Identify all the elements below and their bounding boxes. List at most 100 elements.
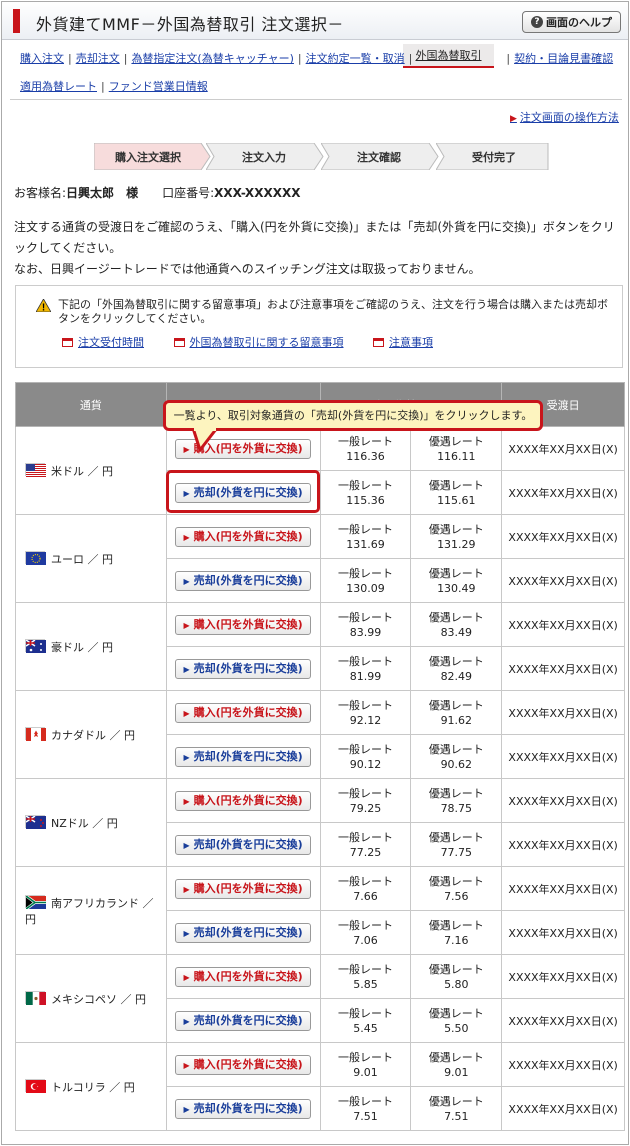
sell-button-label: 売却(外貨を円に交換) xyxy=(193,661,303,675)
sell-button[interactable]: ▶ 売却(外貨を円に交換) xyxy=(175,1098,312,1119)
order-button-cell: ▶ 購入(円を外貨に交換) xyxy=(165,690,321,735)
preferential-rate-cell: 優遇レート 7.51 xyxy=(410,1086,503,1131)
nav-sell-order[interactable]: 売却注文 xyxy=(76,52,120,65)
arrow-right-icon: ▶ xyxy=(183,884,190,894)
table-body: 米ドル ／ 円 ▶ 購入(円を外貨に交換) 一般レート 116.36 優遇レート 116.1… xyxy=(15,426,625,1131)
delivery-date-cell: XXXX年XX月XX日(X) xyxy=(501,822,625,867)
preferential-rate-label: 優遇レート xyxy=(428,786,484,800)
order-button-cell: ▶ 売却(外貨を円に交換) xyxy=(165,822,321,867)
currency-name: NZドル ／ 円 xyxy=(51,816,118,830)
nav-applied-rate[interactable]: 適用為替レート xyxy=(20,80,97,93)
preferential-rate-value: 131.29 xyxy=(437,537,476,551)
preferential-rate-label: 優遇レート xyxy=(428,742,484,756)
svg-text:!: ! xyxy=(42,303,45,313)
nav-fx-catcher[interactable]: 為替指定注文(為替キャッチャー) xyxy=(131,52,293,65)
nav-fund-business-days[interactable]: ファンド営業日情報 xyxy=(109,80,208,93)
general-rate-value: 7.66 xyxy=(353,889,378,903)
buy-button[interactable]: ▶ 購入(円を外貨に交換) xyxy=(175,966,312,987)
arrow-right-icon: ▶ xyxy=(183,708,190,718)
buy-button[interactable]: ▶ 購入(円を外貨に交換) xyxy=(175,878,312,899)
order-button-cell: ▶ 売却(外貨を円に交換) xyxy=(165,910,321,955)
sell-button[interactable]: ▶ 売却(外貨を円に交換) xyxy=(175,658,312,679)
table-row: 米ドル ／ 円 ▶ 購入(円を外貨に交換) 一般レート 116.36 優遇レート 116.1… xyxy=(15,426,625,515)
table-row: メキシコペソ ／ 円 ▶ 購入(円を外貨に交換) 一般レート 5.85 優遇レート 5.80… xyxy=(15,954,625,1043)
intro-text: 注文する通貨の受渡日をご確認のうえ、「購入(円を外貨に交換)」または「売却(外貨… xyxy=(14,217,620,280)
sell-button[interactable]: ▶ 売却(外貨を円に交換) xyxy=(175,482,312,503)
preferential-rate-value: 83.49 xyxy=(440,625,473,639)
general-rate-label: 一般レート xyxy=(337,610,393,624)
sell-button[interactable]: ▶ 売却(外貨を円に交換) xyxy=(175,1010,312,1031)
delivery-date-cell: XXXX年XX月XX日(X) xyxy=(501,778,625,823)
delivery-date-cell: XXXX年XX月XX日(X) xyxy=(501,954,625,999)
general-rate-cell: 一般レート 77.25 xyxy=(319,822,412,867)
general-rate-label: 一般レート xyxy=(337,478,393,492)
general-rate-value: 5.85 xyxy=(353,977,378,991)
delivery-date-cell: XXXX年XX月XX日(X) xyxy=(501,734,625,779)
preferential-rate-value: 7.16 xyxy=(444,933,469,947)
general-rate-cell: 一般レート 7.66 xyxy=(319,866,412,911)
general-rate-label: 一般レート xyxy=(337,962,393,976)
general-rate-label: 一般レート xyxy=(337,918,393,932)
preferential-rate-value: 78.75 xyxy=(440,801,473,815)
delivery-date-cell: XXXX年XX月XX日(X) xyxy=(501,470,625,515)
general-rate-label: 一般レート xyxy=(337,786,393,800)
order-button-cell: ▶ 購入(円を外貨に交換) xyxy=(165,954,321,999)
buy-button-label: 購入(円を外貨に交換) xyxy=(193,529,303,543)
delivery-date-cell: XXXX年XX月XX日(X) xyxy=(501,910,625,955)
buy-button[interactable]: ▶ 購入(円を外貨に交換) xyxy=(175,526,312,547)
buy-button[interactable]: ▶ 購入(円を外貨に交換) xyxy=(175,790,312,811)
general-rate-label: 一般レート xyxy=(337,830,393,844)
general-rate-label: 一般レート xyxy=(337,874,393,888)
sell-button[interactable]: ▶ 売却(外貨を円に交換) xyxy=(175,834,312,855)
general-rate-label: 一般レート xyxy=(337,522,393,536)
sell-button[interactable]: ▶ 売却(外貨を円に交換) xyxy=(175,570,312,591)
preferential-rate-label: 優遇レート xyxy=(428,566,484,580)
order-button-cell: ▶ 売却(外貨を円に交換) xyxy=(165,998,321,1043)
nav-contract-prospectus[interactable]: 契約・目論見書確認 xyxy=(514,52,613,65)
arrow-right-icon: ▶ xyxy=(183,620,190,630)
currency-name: トルコリラ ／ 円 xyxy=(51,1080,135,1094)
general-rate-value: 77.25 xyxy=(349,845,382,859)
general-rate-cell: 一般レート 131.69 xyxy=(319,514,412,559)
question-icon: ? xyxy=(531,16,543,28)
arrow-right-icon: ▶ xyxy=(183,1104,190,1114)
link-fx-notes[interactable]: 外国為替取引に関する留意事項 xyxy=(190,336,344,349)
sell-button[interactable]: ▶ 売却(外貨を円に交換) xyxy=(175,922,312,943)
howto-link[interactable]: ▶ 注文画面の操作方法 xyxy=(510,109,619,125)
preferential-rate-value: 7.56 xyxy=(444,889,469,903)
currency-cell: 南アフリカランド ／ 円 xyxy=(15,866,167,955)
preferential-rate-cell: 優遇レート 9.01 xyxy=(410,1042,503,1087)
order-button-cell: ▶ 売却(外貨を円に交換) xyxy=(165,1086,321,1131)
preferential-rate-cell: 優遇レート 5.50 xyxy=(410,998,503,1043)
step-3: 注文確認 xyxy=(357,150,401,164)
buy-button[interactable]: ▶ 購入(円を外貨に交換) xyxy=(175,1054,312,1075)
general-rate-value: 81.99 xyxy=(349,669,382,683)
preferential-rate-label: 優遇レート xyxy=(428,1094,484,1108)
preferential-rate-value: 5.50 xyxy=(444,1021,469,1035)
howto-link-label: 注文画面の操作方法 xyxy=(519,111,619,124)
order-button-cell: ▶ 購入(円を外貨に交換) xyxy=(165,1042,321,1087)
general-rate-value: 9.01 xyxy=(353,1065,378,1079)
arrow-right-icon: ▶ xyxy=(183,576,190,586)
general-rate-value: 115.36 xyxy=(346,493,385,507)
link-order-hours[interactable]: 注文受付時間 xyxy=(78,336,144,349)
link-cautions[interactable]: 注意事項 xyxy=(389,336,433,349)
buy-button[interactable]: ▶ 購入(円を外貨に交換) xyxy=(175,614,312,635)
customer-name-label: お客様名: xyxy=(14,186,67,200)
buy-button-label: 購入(円を外貨に交換) xyxy=(193,1057,303,1071)
sell-button[interactable]: ▶ 売却(外貨を円に交換) xyxy=(175,746,312,767)
order-button-cell: ▶ 売却(外貨を円に交換) xyxy=(165,734,321,779)
flag-za-icon xyxy=(25,894,46,910)
buy-button[interactable]: ▶ 購入(円を外貨に交換) xyxy=(175,702,312,723)
table-row: トルコリラ ／ 円 ▶ 購入(円を外貨に交換) 一般レート 9.01 優遇レート 9.01 X… xyxy=(15,1042,625,1131)
customer-name: 日興太郎 xyxy=(66,186,115,200)
nav-buy-order[interactable]: 購入注文 xyxy=(20,52,64,65)
nav-order-list[interactable]: 注文約定一覧・取消 xyxy=(306,52,405,65)
help-button[interactable]: ? 画面のヘルプ xyxy=(522,11,621,33)
currency-name: カナダドル ／ 円 xyxy=(51,728,135,742)
order-button-cell: ▶ 購入(円を外貨に交換) xyxy=(165,602,321,647)
general-rate-label: 一般レート xyxy=(337,1006,393,1020)
order-button-cell: ▶ 購入(円を外貨に交換) xyxy=(165,514,321,559)
delivery-date-cell: XXXX年XX月XX日(X) xyxy=(501,558,625,603)
preferential-rate-label: 優遇レート xyxy=(428,962,484,976)
